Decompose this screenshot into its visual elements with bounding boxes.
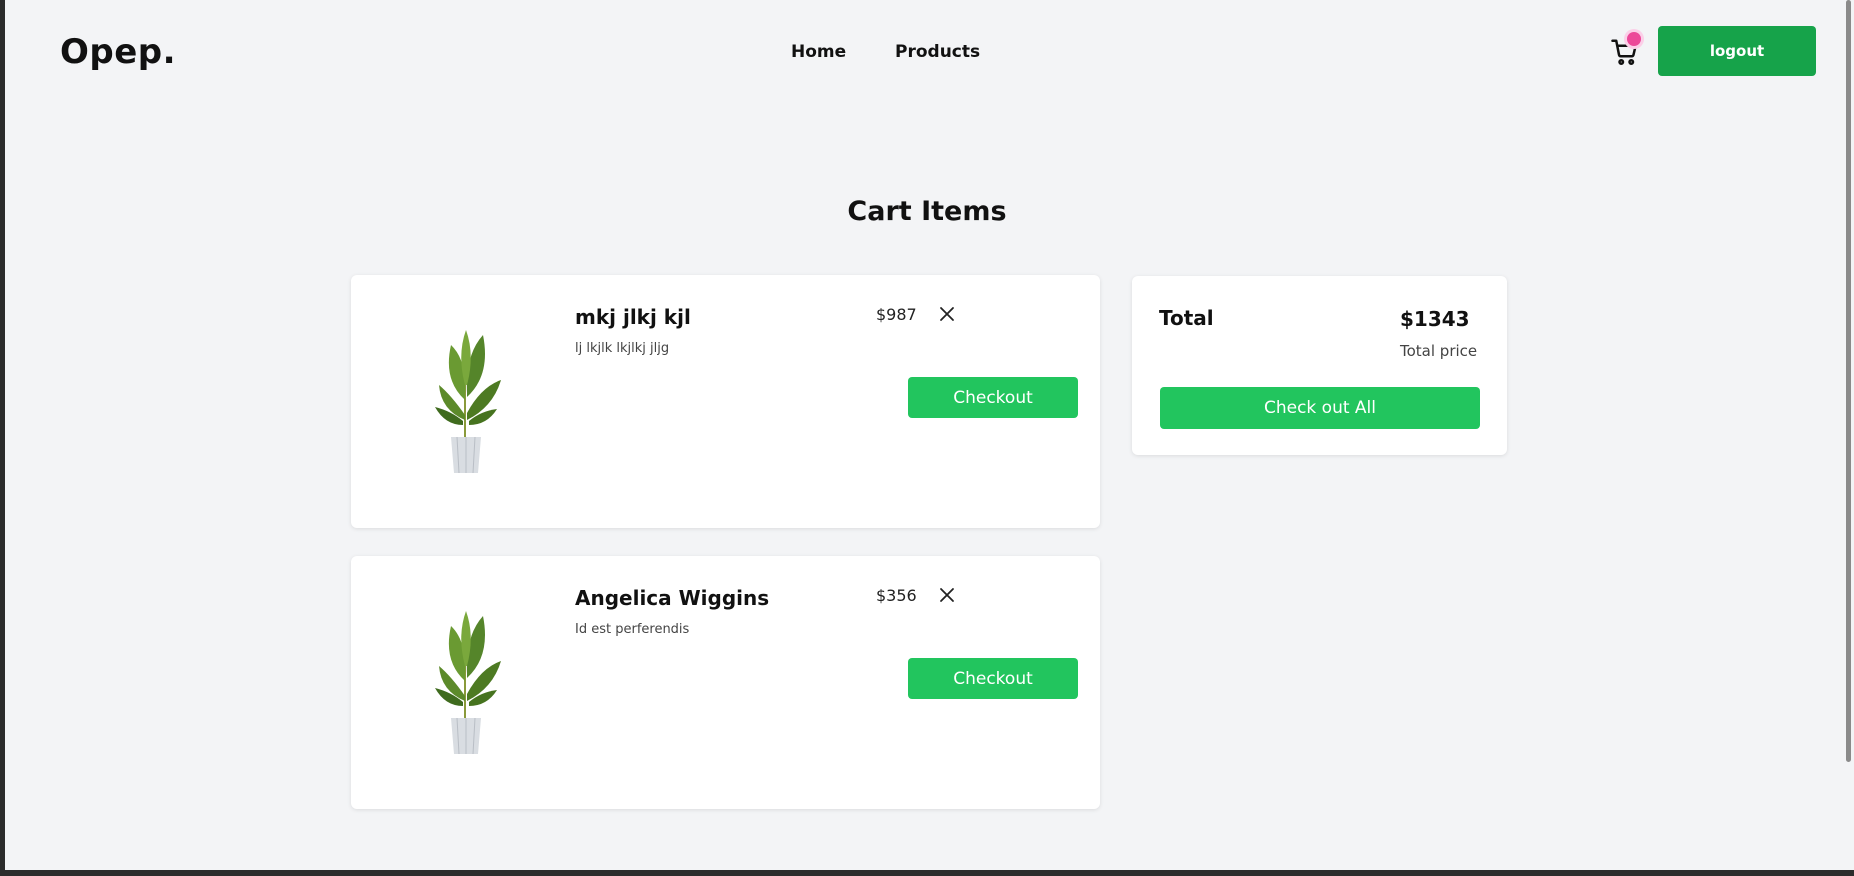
item-name: Angelica Wiggins [575,586,770,610]
item-name: mkj jlkj kjl [575,305,691,329]
page-title: Cart Items [847,196,1007,227]
product-image [421,606,511,756]
item-description: lj lkjlk lkjlkj jljg [575,341,670,356]
logo[interactable]: Opep. [60,32,176,72]
product-image [421,325,511,475]
cart-item-card: Angelica Wiggins Id est perferendis $356… [351,556,1100,809]
page-viewport: Opep. Home Products logout Cart Items mk… [5,0,1854,870]
checkout-button[interactable]: Checkout [908,658,1078,699]
total-label: Total [1159,306,1214,330]
nav-home-link[interactable]: Home [791,42,846,62]
close-icon[interactable] [936,303,958,325]
item-price: $987 [876,305,917,324]
nav-products-link[interactable]: Products [895,42,980,62]
cart-summary: Total $1343 Total price Check out All [1132,276,1507,455]
close-icon[interactable] [936,584,958,606]
cart-badge-dot [1627,32,1641,46]
logout-button[interactable]: logout [1658,26,1816,76]
total-amount: $1343 [1400,307,1470,331]
scrollbar-thumb[interactable] [1846,0,1851,762]
checkout-all-button[interactable]: Check out All [1160,387,1480,429]
item-price: $356 [876,586,917,605]
item-description: Id est perferendis [575,622,690,637]
scrollbar[interactable] [1844,0,1854,870]
total-price-caption: Total price [1400,342,1478,360]
checkout-button[interactable]: Checkout [908,377,1078,418]
cart-item-card: mkj jlkj kjl lj lkjlk lkjlkj jljg $987 C… [351,275,1100,528]
